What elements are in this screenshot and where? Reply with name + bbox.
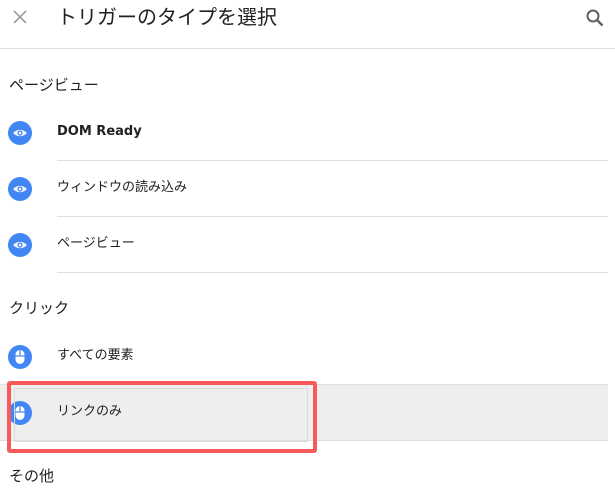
trigger-item-window-loaded[interactable]: ウィンドウの読み込み (0, 161, 608, 217)
trigger-item-label: ページビュー (57, 236, 135, 251)
eye-icon (8, 177, 32, 201)
close-icon (13, 10, 27, 24)
trigger-type-picker: トリガーのタイプを選択 ページビュー DOM Ready ウィンドウの読み込み … (0, 0, 615, 498)
trigger-item-dom-ready[interactable]: DOM Ready (0, 105, 608, 161)
mouse-icon (8, 401, 32, 425)
eye-icon (8, 121, 32, 145)
trigger-item-label: リンクのみ (57, 404, 123, 419)
eye-icon (8, 233, 32, 257)
search-button[interactable] (584, 7, 606, 29)
trigger-item-label: ウィンドウの読み込み (57, 180, 188, 195)
section-header-other: その他 (9, 467, 55, 485)
divider (0, 440, 608, 441)
trigger-item-all-elements[interactable]: すべての要素 (0, 329, 608, 385)
section-header-pageview: ページビュー (9, 76, 99, 94)
section-header-click: クリック (9, 299, 70, 317)
mouse-icon (8, 345, 32, 369)
page-title: トリガーのタイプを選択 (57, 5, 277, 29)
trigger-item-pageview[interactable]: ページビュー (0, 217, 608, 273)
divider (57, 272, 608, 273)
trigger-item-label: すべての要素 (57, 348, 134, 363)
search-icon (586, 9, 604, 27)
trigger-item-just-links[interactable]: リンクのみ (0, 385, 608, 441)
trigger-item-label: DOM Ready (57, 124, 142, 139)
close-button[interactable] (10, 7, 30, 27)
header: トリガーのタイプを選択 (0, 0, 615, 49)
